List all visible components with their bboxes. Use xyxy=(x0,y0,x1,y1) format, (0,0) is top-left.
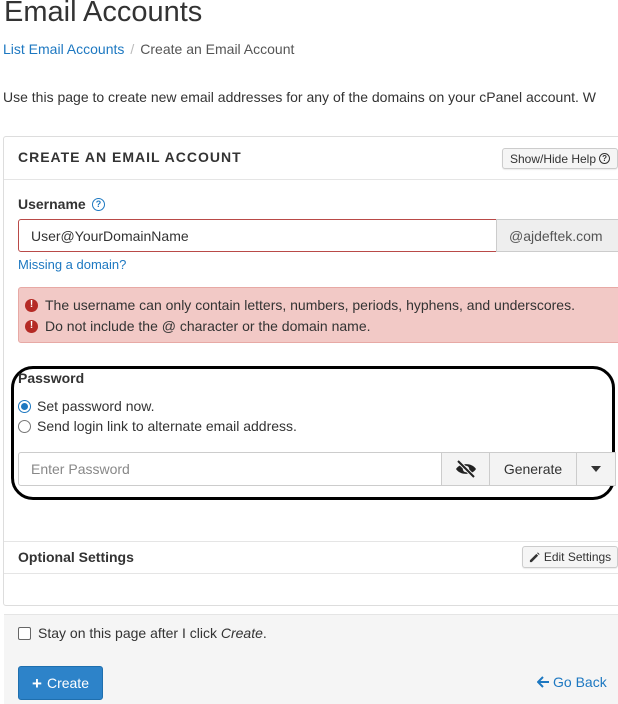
radio-send-login-link[interactable]: Send login link to alternate email addre… xyxy=(18,418,297,434)
generate-options-dropdown[interactable] xyxy=(576,452,616,486)
stay-on-page-label: Stay on this page after I click Create. xyxy=(38,625,267,641)
show-hide-help-button[interactable]: Show/Hide Help ? xyxy=(502,148,618,169)
stay-on-page-checkbox[interactable] xyxy=(18,626,31,640)
password-label: Password xyxy=(18,370,85,386)
breadcrumb-link-list-email-accounts[interactable]: List Email Accounts xyxy=(3,41,124,57)
exclamation-circle-icon: ! xyxy=(25,319,38,333)
page-title: Email Accounts xyxy=(4,0,203,28)
username-label: Username xyxy=(18,196,86,212)
pencil-icon xyxy=(529,551,540,562)
caret-down-icon xyxy=(591,466,601,472)
eye-slash-icon xyxy=(455,460,476,478)
missing-domain-link[interactable]: Missing a domain? xyxy=(18,257,126,272)
breadcrumb-separator: / xyxy=(130,41,135,57)
panel-title: CREATE AN EMAIL ACCOUNT xyxy=(18,149,242,165)
username-error-alert xyxy=(18,287,618,343)
radio-button-unselected[interactable] xyxy=(18,419,31,433)
username-error-text-2: Do not include the @ character or the do… xyxy=(45,318,371,334)
create-button-label: Create xyxy=(46,675,89,691)
breadcrumb: List Email Accounts / Create an Email Acco… xyxy=(3,41,294,57)
go-back-link[interactable]: Go Back xyxy=(537,674,607,690)
show-hide-help-label: Show/Hide Help xyxy=(509,151,597,166)
username-error-text-1: The username can only contain letters, n… xyxy=(45,297,575,313)
username-error-2: ! Do not include the @ character or the … xyxy=(25,318,371,334)
generate-password-button[interactable]: Generate xyxy=(489,452,577,486)
breadcrumb-current: Create an Email Account xyxy=(140,41,295,57)
create-button[interactable]: + Create xyxy=(18,666,103,700)
edit-settings-label: Edit Settings xyxy=(543,550,612,564)
toggle-password-visibility-button[interactable] xyxy=(441,452,490,486)
intro-text: Use this page to create new email addres… xyxy=(3,89,596,105)
go-back-label: Go Back xyxy=(553,674,607,690)
radio-set-password-label: Set password now. xyxy=(37,398,155,414)
help-icon: ? xyxy=(599,153,611,164)
stay-on-page-text: Stay on this page after I click xyxy=(38,625,221,641)
stay-on-page-end: . xyxy=(262,625,267,641)
edit-settings-button[interactable]: Edit Settings xyxy=(522,546,618,568)
arrow-left-icon xyxy=(537,676,549,688)
radio-button-selected[interactable] xyxy=(18,399,31,413)
plus-icon: + xyxy=(32,673,42,693)
username-error-1: ! The username can only contain letters,… xyxy=(25,297,575,313)
radio-set-password-now[interactable]: Set password now. xyxy=(18,398,155,414)
username-input[interactable] xyxy=(18,219,497,252)
username-help-icon[interactable]: ? xyxy=(92,198,105,211)
stay-on-page-option[interactable]: Stay on this page after I click Create. xyxy=(18,625,267,641)
stay-on-page-emphasis: Create xyxy=(220,625,263,641)
password-input[interactable] xyxy=(18,452,442,486)
domain-addon: @ajdeftek.com xyxy=(496,219,618,252)
radio-send-login-link-label: Send login link to alternate email addre… xyxy=(37,418,297,434)
optional-settings-title: Optional Settings xyxy=(18,549,134,565)
exclamation-circle-icon: ! xyxy=(25,298,38,312)
